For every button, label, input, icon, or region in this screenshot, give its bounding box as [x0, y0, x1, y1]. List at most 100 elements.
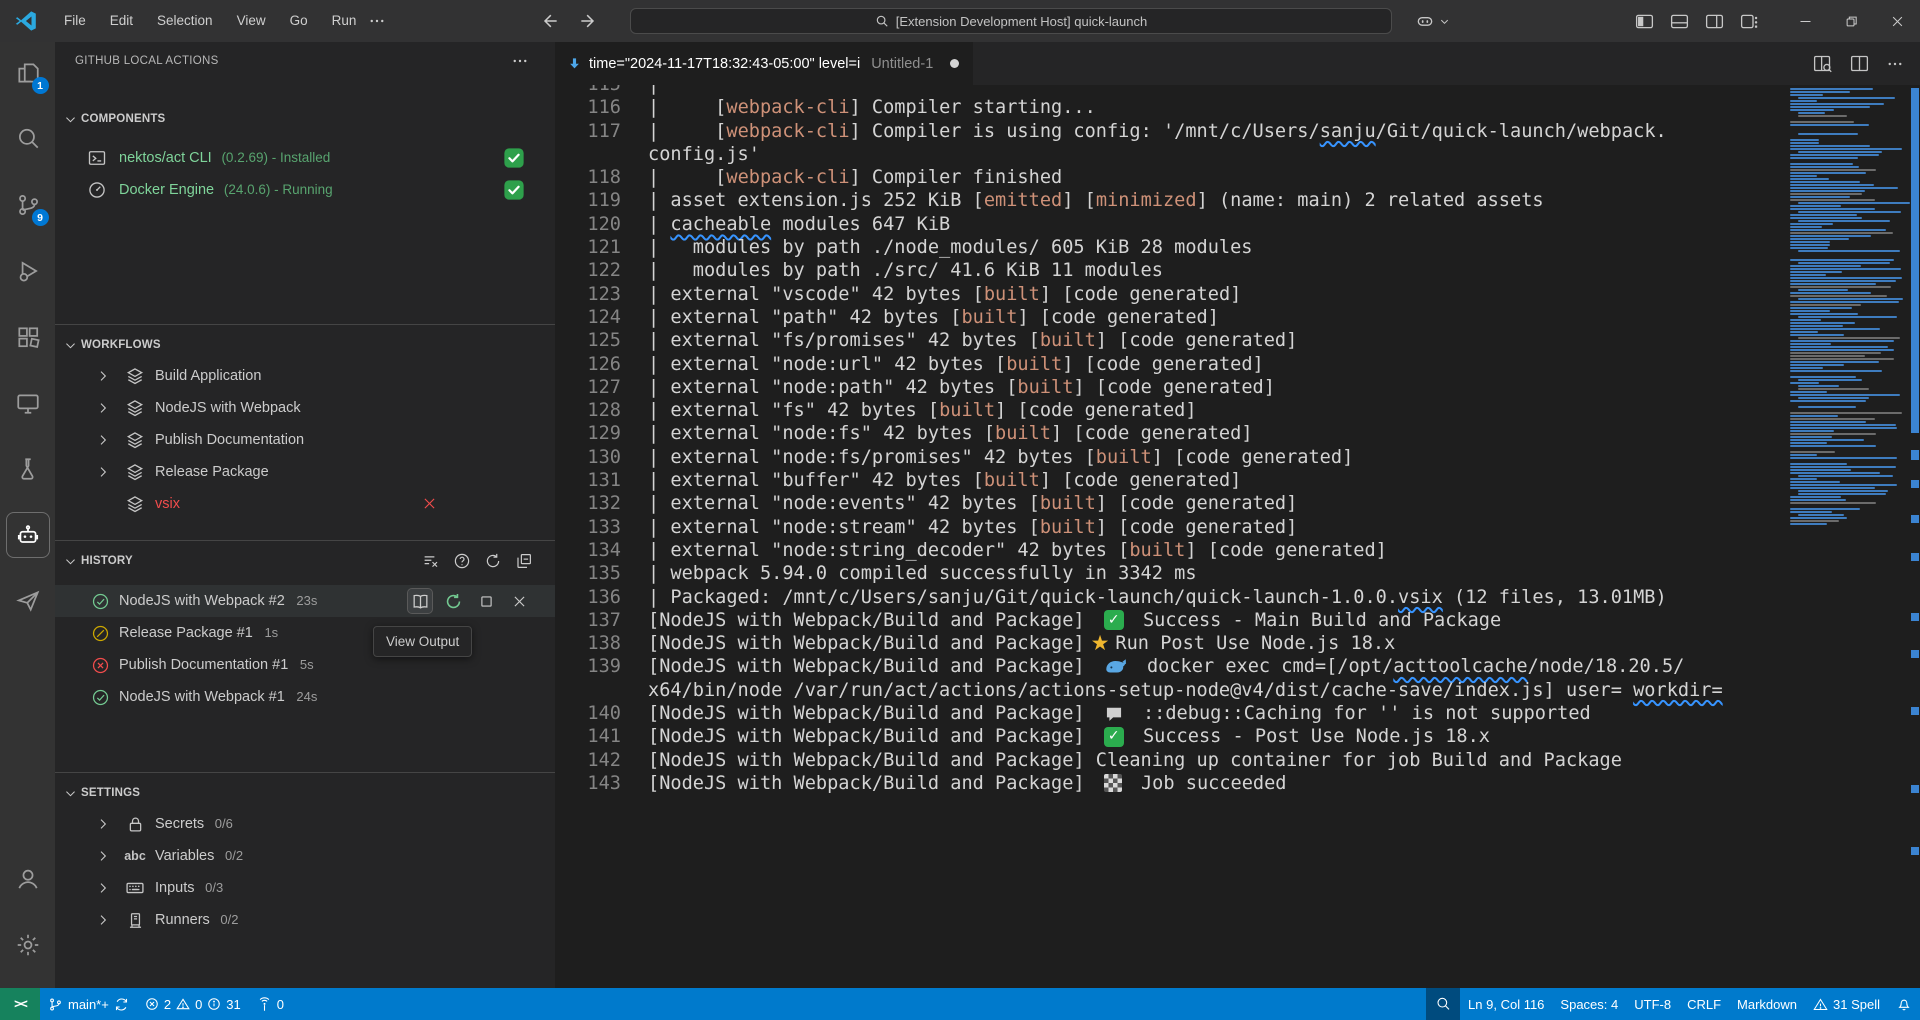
chevron-right-icon[interactable]: [95, 400, 111, 416]
history-duration: 1s: [261, 625, 278, 640]
menu-edit[interactable]: Edit: [98, 7, 145, 35]
toggle-panel-icon[interactable]: [1669, 11, 1690, 32]
workflow-row[interactable]: Publish Documentation: [55, 424, 555, 456]
activity-item-source-control[interactable]: 9: [6, 182, 50, 228]
restart-icon[interactable]: [441, 589, 465, 613]
activity-item-manage[interactable]: [6, 922, 50, 968]
toggle-primary-sidebar-icon[interactable]: [1634, 11, 1655, 32]
settings-row-inputs[interactable]: Inputs 0/3: [55, 872, 555, 904]
split-editor-icon[interactable]: [1849, 53, 1870, 74]
history-label: Release Package #1 1s: [119, 625, 278, 641]
notifications[interactable]: [1888, 988, 1920, 1020]
minimap-line: [1790, 340, 1894, 342]
workflow-row[interactable]: Build Application: [55, 360, 555, 392]
cursor-position[interactable]: Ln 9, Col 116: [1460, 988, 1552, 1020]
section-header-settings[interactable]: SETTINGS: [55, 778, 555, 808]
remove-icon[interactable]: [507, 589, 531, 613]
command-center-search[interactable]: [Extension Development Host] quick-launc…: [630, 8, 1392, 34]
editor-more-actions-icon[interactable]: [1886, 55, 1904, 73]
menu-go[interactable]: Go: [278, 7, 320, 35]
line-content: [NodeJS with Webpack/Build and Package] …: [648, 725, 1490, 748]
sync-icon[interactable]: [114, 997, 129, 1012]
ports-status[interactable]: 0: [249, 988, 292, 1020]
line-content: | Packaged: /mnt/c/Users/sanju/Git/quick…: [648, 586, 1667, 609]
minimap-line: [1790, 241, 1830, 243]
workflow-row[interactable]: vsix: [55, 488, 555, 520]
activity-item-accounts[interactable]: [6, 856, 50, 902]
section-components: COMPONENTS nektos/act CLI (0.2.69) - Inst…: [55, 104, 555, 206]
help-icon[interactable]: [453, 552, 471, 570]
chevron-right-icon[interactable]: [95, 880, 111, 896]
modified-dot-icon[interactable]: [950, 59, 959, 68]
go-back-icon[interactable]: [540, 11, 560, 31]
activity-item-search[interactable]: [6, 116, 50, 162]
activity-item-extensions[interactable]: [6, 314, 50, 360]
encoding[interactable]: UTF-8: [1626, 988, 1679, 1020]
chevron-right-icon[interactable]: [95, 816, 111, 832]
section-header-history[interactable]: HISTORY: [55, 546, 555, 576]
code-line: 141[NodeJS with Webpack/Build and Packag…: [555, 725, 1788, 748]
activity-item-github-actions[interactable]: [6, 578, 50, 624]
github-actions-icon: [15, 588, 41, 614]
history-row[interactable]: Release Package #1 1s: [55, 617, 555, 649]
minimize-button[interactable]: [1782, 0, 1828, 42]
remote-indicator[interactable]: ><: [0, 988, 40, 1020]
workflow-label: Publish Documentation: [155, 432, 304, 448]
close-icon[interactable]: [421, 495, 438, 512]
tab-untitled-1[interactable]: time="2024-11-17T18:32:43-05:00" level=i…: [555, 42, 973, 85]
chevron-right-icon[interactable]: [95, 368, 111, 384]
settings-row-variables[interactable]: abcVariables 0/2: [55, 840, 555, 872]
workflow-row[interactable]: NodeJS with Webpack: [55, 392, 555, 424]
customize-layout-icon[interactable]: [1739, 11, 1760, 32]
history-row[interactable]: NodeJS with Webpack #2 23s: [55, 585, 555, 617]
close-window-button[interactable]: [1874, 0, 1920, 42]
workflow-row[interactable]: Release Package: [55, 456, 555, 488]
refresh-icon[interactable]: [484, 552, 502, 570]
editor-content[interactable]: 115|116| [webpack-cli] Compiler starting…: [555, 85, 1920, 988]
branch-status[interactable]: main*+: [40, 988, 137, 1020]
minimap-line: [1790, 409, 1817, 411]
menu-file[interactable]: File: [52, 7, 98, 35]
minimap-line: [1790, 307, 1852, 309]
menu-overflow-icon[interactable]: [368, 12, 386, 30]
search-status[interactable]: [1426, 988, 1460, 1020]
settings-row-secrets[interactable]: Secrets 0/6: [55, 808, 555, 840]
chevron-right-icon[interactable]: [95, 848, 111, 864]
language-mode[interactable]: Markdown: [1729, 988, 1805, 1020]
component-row[interactable]: nektos/act CLI (0.2.69) - Installed: [55, 142, 555, 174]
open-preview-icon[interactable]: [1812, 53, 1833, 74]
activity-item-run-and-debug[interactable]: [6, 248, 50, 294]
menu-view[interactable]: View: [225, 7, 278, 35]
eol[interactable]: CRLF: [1679, 988, 1729, 1020]
chevron-right-icon[interactable]: [95, 464, 111, 480]
language-mode-label: Markdown: [1737, 997, 1797, 1012]
minimap[interactable]: [1790, 88, 1908, 526]
minimap-line: [1790, 310, 1830, 312]
history-row[interactable]: NodeJS with Webpack #1 24s: [55, 681, 555, 713]
activity-item-remote-explorer[interactable]: [6, 380, 50, 426]
indentation[interactable]: Spaces: 4: [1552, 988, 1626, 1020]
clear-history-icon[interactable]: [422, 552, 440, 570]
settings-row-runners[interactable]: Runners 0/2: [55, 904, 555, 936]
section-header-workflows[interactable]: WORKFLOWS: [55, 330, 555, 360]
view-output-icon[interactable]: [408, 589, 432, 613]
component-row[interactable]: Docker Engine (24.0.6) - Running: [55, 174, 555, 206]
history-row[interactable]: Publish Documentation #1 5s: [55, 649, 555, 681]
restore-button[interactable]: [1828, 0, 1874, 42]
toggle-secondary-sidebar-icon[interactable]: [1704, 11, 1725, 32]
go-forward-icon[interactable]: [578, 11, 598, 31]
problems-status[interactable]: 2 0 31: [137, 988, 249, 1020]
stop-icon[interactable]: [474, 589, 498, 613]
activity-item-testing[interactable]: [6, 446, 50, 492]
spell-checker[interactable]: 31 Spell: [1805, 988, 1888, 1020]
activity-item-github-local-actions[interactable]: [6, 512, 50, 558]
menu-run[interactable]: Run: [320, 7, 369, 35]
collapse-all-icon[interactable]: [515, 552, 533, 570]
sidebar-more-actions-icon[interactable]: [511, 52, 529, 70]
copilot-button[interactable]: [1415, 8, 1450, 34]
activity-item-explorer[interactable]: 1: [6, 50, 50, 96]
section-header-components[interactable]: COMPONENTS: [55, 104, 555, 134]
chevron-right-icon[interactable]: [95, 912, 111, 928]
menu-selection[interactable]: Selection: [145, 7, 225, 35]
chevron-right-icon[interactable]: [95, 432, 111, 448]
